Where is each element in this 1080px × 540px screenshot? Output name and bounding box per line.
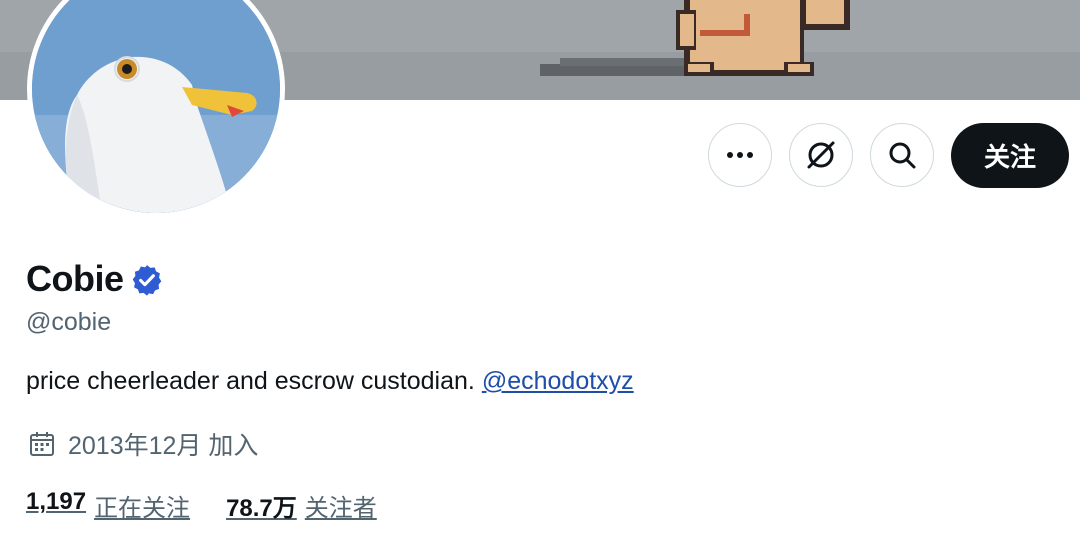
follow-button[interactable]: 关注	[951, 123, 1069, 188]
more-options-button[interactable]	[708, 123, 772, 187]
bio-text: price cheerleader and escrow custodian.	[26, 367, 475, 395]
followers-label: 关注者	[304, 495, 377, 522]
profile-avatar[interactable]	[27, 0, 285, 218]
verified-badge-icon[interactable]	[130, 263, 164, 297]
search-icon	[889, 142, 916, 169]
followers-count: 78.7万	[226, 495, 297, 522]
user-handle: @cobie	[26, 308, 112, 336]
following-link[interactable]: 1,197 正在关注	[26, 488, 190, 523]
display-name: Cobie	[26, 258, 124, 299]
following-label: 正在关注	[94, 495, 191, 522]
more-horizontal-icon	[727, 152, 753, 158]
calendar-icon	[30, 432, 54, 456]
search-button[interactable]	[870, 123, 934, 187]
join-date: 2013年12月 加入	[28, 426, 258, 462]
grok-icon	[807, 141, 835, 169]
join-date-text: 2013年12月 加入	[68, 432, 259, 460]
profile-name-row: Cobie	[26, 258, 164, 300]
followers-link[interactable]: 78.7万 关注者	[226, 488, 377, 523]
profile-bio: price cheerleader and escrow custodian. …	[26, 367, 634, 396]
follow-stats: 1,197 正在关注 78.7万 关注者	[26, 488, 377, 523]
following-count: 1,197	[26, 488, 87, 515]
seagull-image	[32, 0, 280, 213]
grok-button[interactable]	[789, 123, 853, 187]
bio-mention-link[interactable]: @echodotxyz	[482, 367, 634, 395]
